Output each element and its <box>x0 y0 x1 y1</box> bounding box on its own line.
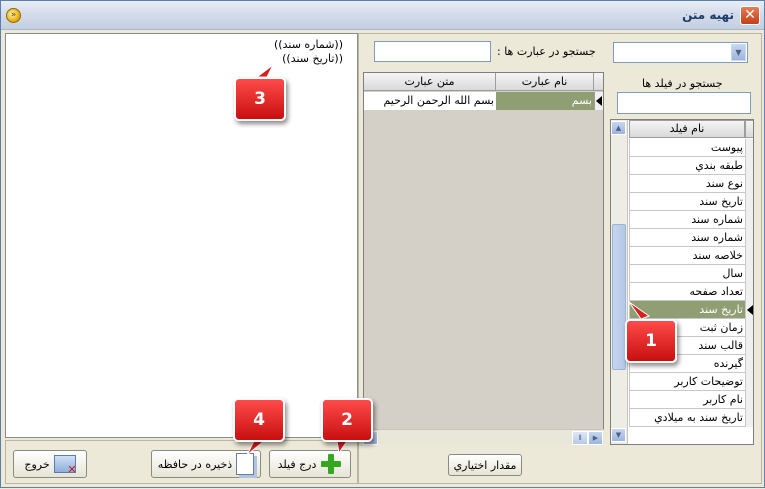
field-row-indicator <box>745 319 753 337</box>
field-row-indicator <box>745 283 753 301</box>
callout-4: 4 <box>233 398 285 442</box>
fields-header[interactable]: نام فيلد <box>629 120 745 138</box>
field-row-indicator <box>745 175 753 193</box>
text-editor[interactable]: ((شماره سند)) ((تاريخ سند)) <box>5 33 358 438</box>
chevron-down-icon[interactable]: ▼ <box>731 44 746 61</box>
save-to-clipboard-button[interactable]: ذخيره در حافظه <box>151 450 261 478</box>
field-row-indicator <box>745 373 753 391</box>
field-row-indicator <box>745 211 753 229</box>
insert-field-label: درج فيلد <box>277 457 317 471</box>
search-expressions-label: جستجو در عبارت ها : <box>497 45 596 58</box>
fields-vertical-scrollbar[interactable]: ▲ ▼ <box>611 120 628 444</box>
scroll-thumb[interactable]: ⦀ <box>572 431 588 445</box>
search-expressions-input[interactable] <box>374 41 491 62</box>
fields-search-input[interactable] <box>617 92 751 114</box>
expressions-grid[interactable]: متن عبارت نام عبارت بسم الله الرحمن الرح… <box>363 72 604 445</box>
grid-row-indicator <box>594 92 603 110</box>
grid-header-name[interactable]: نام عبارت <box>496 73 594 91</box>
clipboard-icon <box>236 453 255 475</box>
window-title: تهيه متن <box>682 8 734 22</box>
field-item[interactable]: نام كاربر <box>629 391 745 409</box>
grid-cell-text[interactable]: بسم الله الرحمن الرحيم <box>364 92 496 110</box>
grid-horizontal-scrollbar[interactable]: ◀ ⦀ ▶ <box>363 429 604 445</box>
row-pointer-icon <box>747 305 753 315</box>
field-row-indicator <box>745 409 753 427</box>
app-icon[interactable]: » <box>6 8 21 23</box>
scroll-up-icon[interactable]: ▲ <box>611 121 626 135</box>
scroll-down-icon[interactable]: ▼ <box>611 428 626 442</box>
field-row-indicator <box>745 139 753 157</box>
field-item[interactable]: شماره سند <box>629 229 745 247</box>
field-row-indicator <box>745 265 753 283</box>
fields-header-corner <box>745 120 753 138</box>
row-pointer-icon <box>596 96 602 106</box>
field-row-indicator <box>745 157 753 175</box>
grid-header-text[interactable]: متن عبارت <box>364 73 496 91</box>
grid-cell-name[interactable]: بسم <box>496 92 594 110</box>
field-item[interactable]: شماره سند <box>629 211 745 229</box>
field-item[interactable]: پيوست <box>629 139 745 157</box>
callout-2: 2 <box>321 398 373 442</box>
custom-value-button[interactable]: مقدار اختياري <box>448 454 522 476</box>
field-item[interactable]: تاريخ سند <box>629 193 745 211</box>
exit-button-label: خروج <box>24 457 50 471</box>
grid-header-corner <box>594 73 603 91</box>
field-row-indicator <box>745 355 753 373</box>
field-item[interactable]: تعداد صفحه <box>629 283 745 301</box>
insert-field-button[interactable]: درج فيلد <box>269 450 351 478</box>
editor-line: ((شماره سند)) <box>274 38 343 51</box>
fields-list[interactable]: ▲ ▼ نام فيلد پيوست طبقه بندي نوع سند تاريخ … <box>610 119 754 445</box>
editor-line: ((تاريخ سند)) <box>282 52 343 65</box>
callout-3: 3 <box>234 77 286 121</box>
plus-icon <box>320 453 342 475</box>
filter-dropdown[interactable]: ▼ <box>613 42 748 63</box>
exit-button[interactable]: خروج <box>13 450 87 478</box>
callout-1: 1 <box>625 319 677 363</box>
field-item[interactable]: سال <box>629 265 745 283</box>
field-row-indicator <box>745 337 753 355</box>
exit-icon <box>53 455 77 476</box>
field-item[interactable]: تاريخ سند به ميلادي <box>629 409 745 427</box>
field-item[interactable]: خلاصه سند <box>629 247 745 265</box>
scroll-right-icon[interactable]: ▶ <box>588 431 603 445</box>
field-item[interactable]: طبقه بندي <box>629 157 745 175</box>
field-item[interactable]: توضيحات كاربر <box>629 373 745 391</box>
main-window: » تهيه متن ✕ ((شماره سند)) ((تاريخ سند))… <box>0 0 765 488</box>
custom-value-label: مقدار اختياري <box>453 458 517 472</box>
field-row-indicator <box>745 247 753 265</box>
field-row-indicator <box>745 391 753 409</box>
field-item[interactable]: تاريخ سند <box>629 301 745 319</box>
field-row-indicator <box>745 229 753 247</box>
save-to-clipboard-label: ذخيره در حافظه <box>157 457 233 471</box>
field-row-indicator <box>745 193 753 211</box>
field-row-indicator <box>745 301 753 319</box>
fields-search-label: جستجو در فيلد ها <box>642 77 723 90</box>
field-item[interactable]: نوع سند <box>629 175 745 193</box>
scroll-thumb[interactable] <box>612 224 626 370</box>
title-bar[interactable]: » تهيه متن ✕ <box>1 1 764 30</box>
close-button[interactable]: ✕ <box>740 6 760 25</box>
